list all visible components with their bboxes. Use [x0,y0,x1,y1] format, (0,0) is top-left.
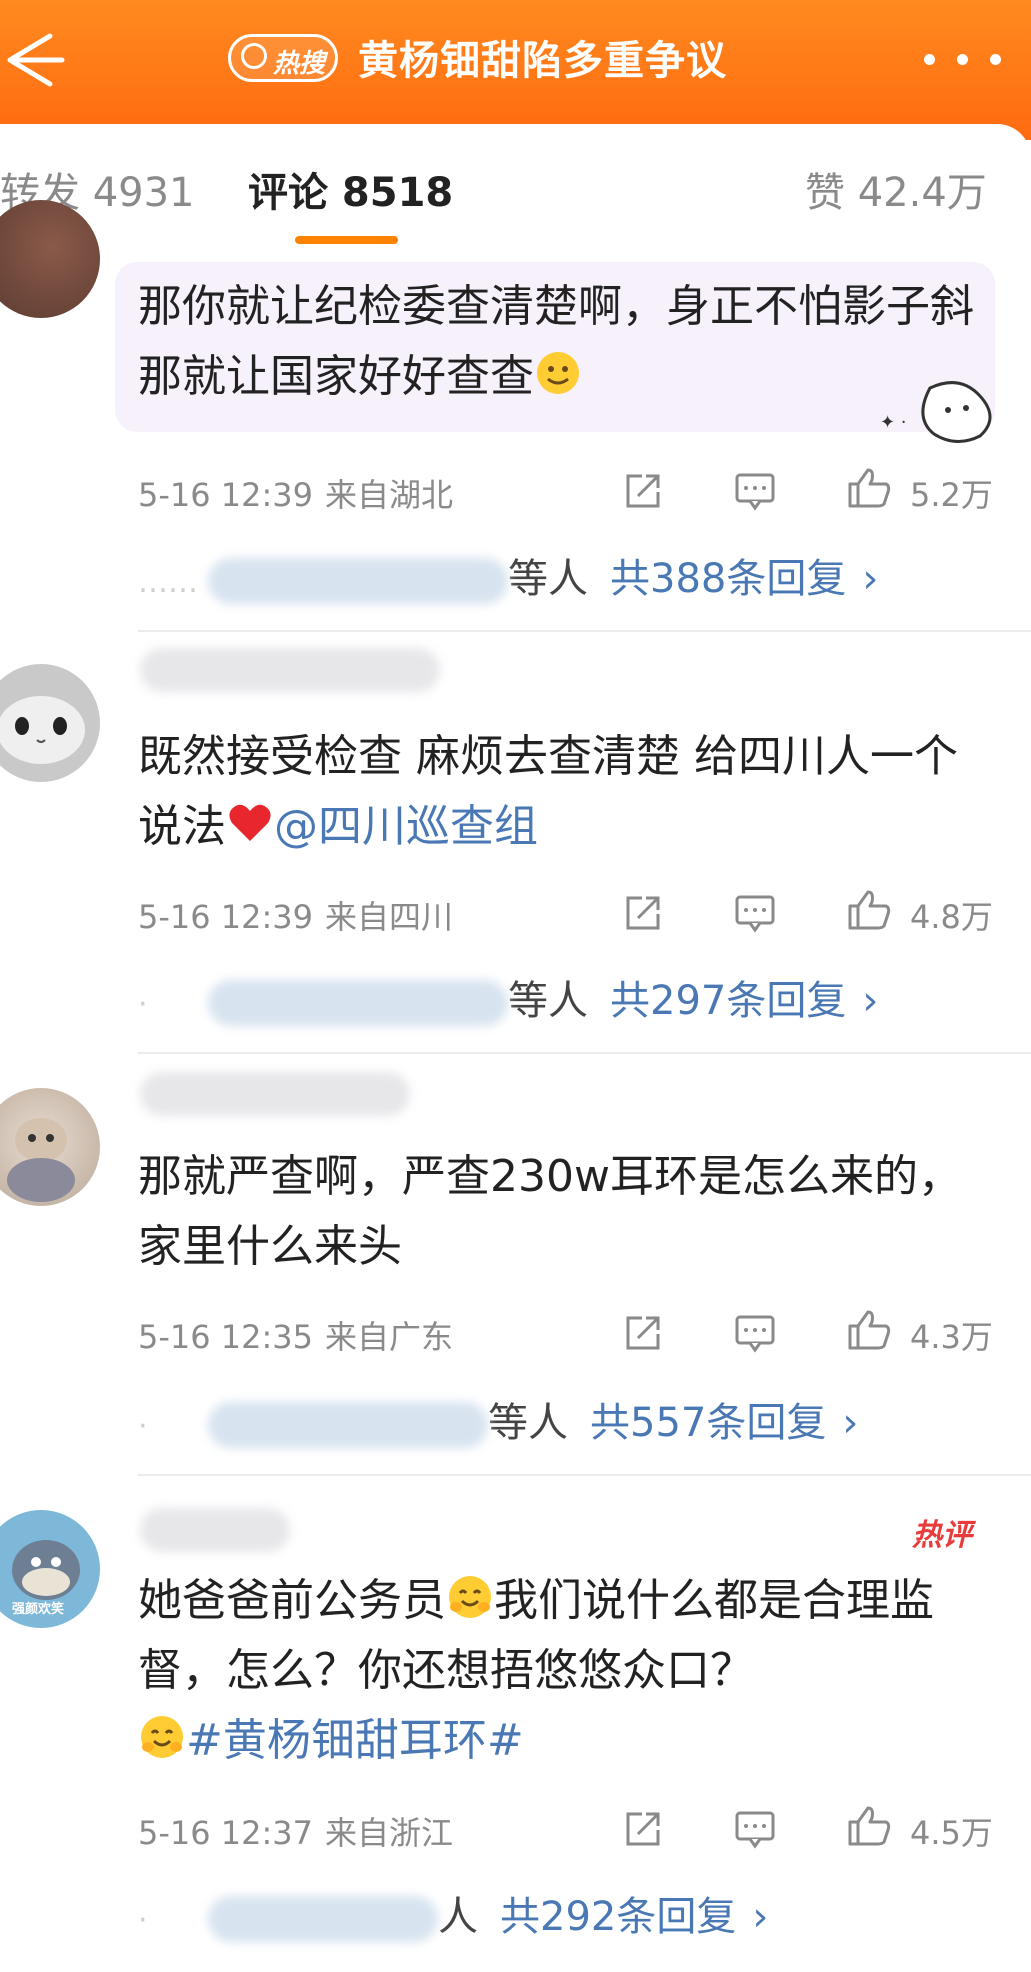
comment-meta: 5-16 12:35 来自广东 [138,1312,453,1358]
blurred-usernames [208,558,508,604]
smile-emoji-icon [537,352,579,394]
like-count: 5.2万 [910,476,993,514]
reply-count-link[interactable]: 共557条回复 [590,1400,826,1446]
reply-summary[interactable]: …… 等人 共388条回复 › [138,546,878,604]
blurred-usernames [208,980,508,1026]
tab-comments[interactable]: 评论 8518 [248,160,453,218]
comment-location: 来自广东 [325,1318,454,1356]
blurred-usernames [208,1896,438,1942]
comment-location: 来自湖北 [325,476,454,514]
comment-icon[interactable] [734,470,776,512]
hot-review-badge: 热评 [912,1518,972,1553]
like-count: 4.3万 [910,1318,993,1356]
tab-likes[interactable]: 赞 42.4万 [805,160,987,218]
comment-icon[interactable] [734,892,776,934]
hug-emoji-icon [449,1576,491,1618]
like-icon[interactable] [846,888,892,932]
like-icon[interactable] [846,1804,892,1848]
hot-search-label: 热搜 [273,49,326,79]
chevron-right-icon: › [842,1400,859,1446]
ellipsis-icon: · [138,1409,148,1444]
chevron-right-icon: › [752,1894,769,1940]
divider [138,1474,1031,1476]
like-count: 4.8万 [910,898,993,936]
comment-time: 5-16 12:35 [138,1318,314,1356]
comment-text: 她爸爸前公务员 我们说什么都是合理监督，怎么？你还想捂悠悠众口？ #黄杨钿甜耳环# [138,1575,934,1766]
ellipsis-icon: …… [138,565,198,600]
comment-text: 那你就让纪检委查清楚啊，身正不怕影子斜那就让国家好好查查 [138,281,974,402]
hot-search-badge[interactable]: 热搜 [228,34,338,82]
comment-time: 5-16 12:39 [138,898,314,936]
share-icon[interactable] [622,1312,664,1354]
reply-summary[interactable]: · 等人 共297条回复 › [138,968,878,1026]
share-icon[interactable] [622,1808,664,1850]
mention-link[interactable]: @四川巡查组 [274,801,538,852]
comment-icon[interactable] [734,1312,776,1354]
comment-time: 5-16 12:37 [138,1814,314,1852]
like-count: 4.5万 [910,1814,993,1852]
sticker-decoration-icon: ✦ · [880,381,992,443]
comment-location: 来自浙江 [325,1814,454,1852]
like-icon[interactable] [846,1308,892,1352]
like-icon[interactable] [846,466,892,510]
chevron-right-icon: › [862,556,879,602]
username-blurred[interactable] [140,648,440,692]
comment-text: 那就严查啊，严查230w耳环是怎么来的，家里什么来头 [138,1151,962,1272]
more-dots-icon[interactable] [924,50,1024,66]
reply-summary[interactable]: · 人共292条回复 › [138,1884,768,1942]
blurred-usernames [208,1402,488,1448]
share-icon[interactable] [622,470,664,512]
hug-emoji-icon [141,1716,183,1758]
comment-meta: 5-16 12:39 来自四川 [138,892,453,938]
avatar-caption: 强颜欢笑 [12,1602,65,1617]
reply-summary[interactable]: · 等人 共557条回复 › [138,1390,858,1448]
comment-meta: 5-16 12:37 来自浙江 [138,1808,453,1854]
username-blurred[interactable] [140,1508,290,1552]
chevron-right-icon: › [862,978,879,1024]
comment-icon[interactable] [734,1808,776,1850]
top-bar: 热搜 黄杨钿甜陷多重争议 [0,0,1031,140]
reply-count-link[interactable]: 共292条回复 [500,1894,736,1940]
divider [138,1052,1031,1054]
svg-text:✦ ·: ✦ · [880,412,907,433]
comment-text: 既然接受检查 麻烦去查清楚 给四川人一个说法 @四川巡查组 [138,731,958,852]
comment-location: 来自四川 [325,898,454,936]
ellipsis-icon: · [138,1903,148,1938]
comment-meta: 5-16 12:39 来自湖北 [138,470,453,516]
comment-time: 5-16 12:39 [138,476,314,514]
username-blurred[interactable] [140,1072,410,1116]
tab-active-indicator [295,236,398,244]
search-icon [241,43,267,69]
reply-count-link[interactable]: 共388条回复 [610,556,846,602]
reply-count-link[interactable]: 共297条回复 [610,978,846,1024]
back-arrow-icon[interactable] [0,30,70,90]
ellipsis-icon: · [138,987,148,1022]
hashtag-link[interactable]: #黄杨钿甜耳环# [186,1715,524,1766]
page-title: 黄杨钿甜陷多重争议 [358,38,727,84]
heart-emoji-icon [229,804,271,841]
divider [138,630,1031,632]
share-icon[interactable] [622,892,664,934]
